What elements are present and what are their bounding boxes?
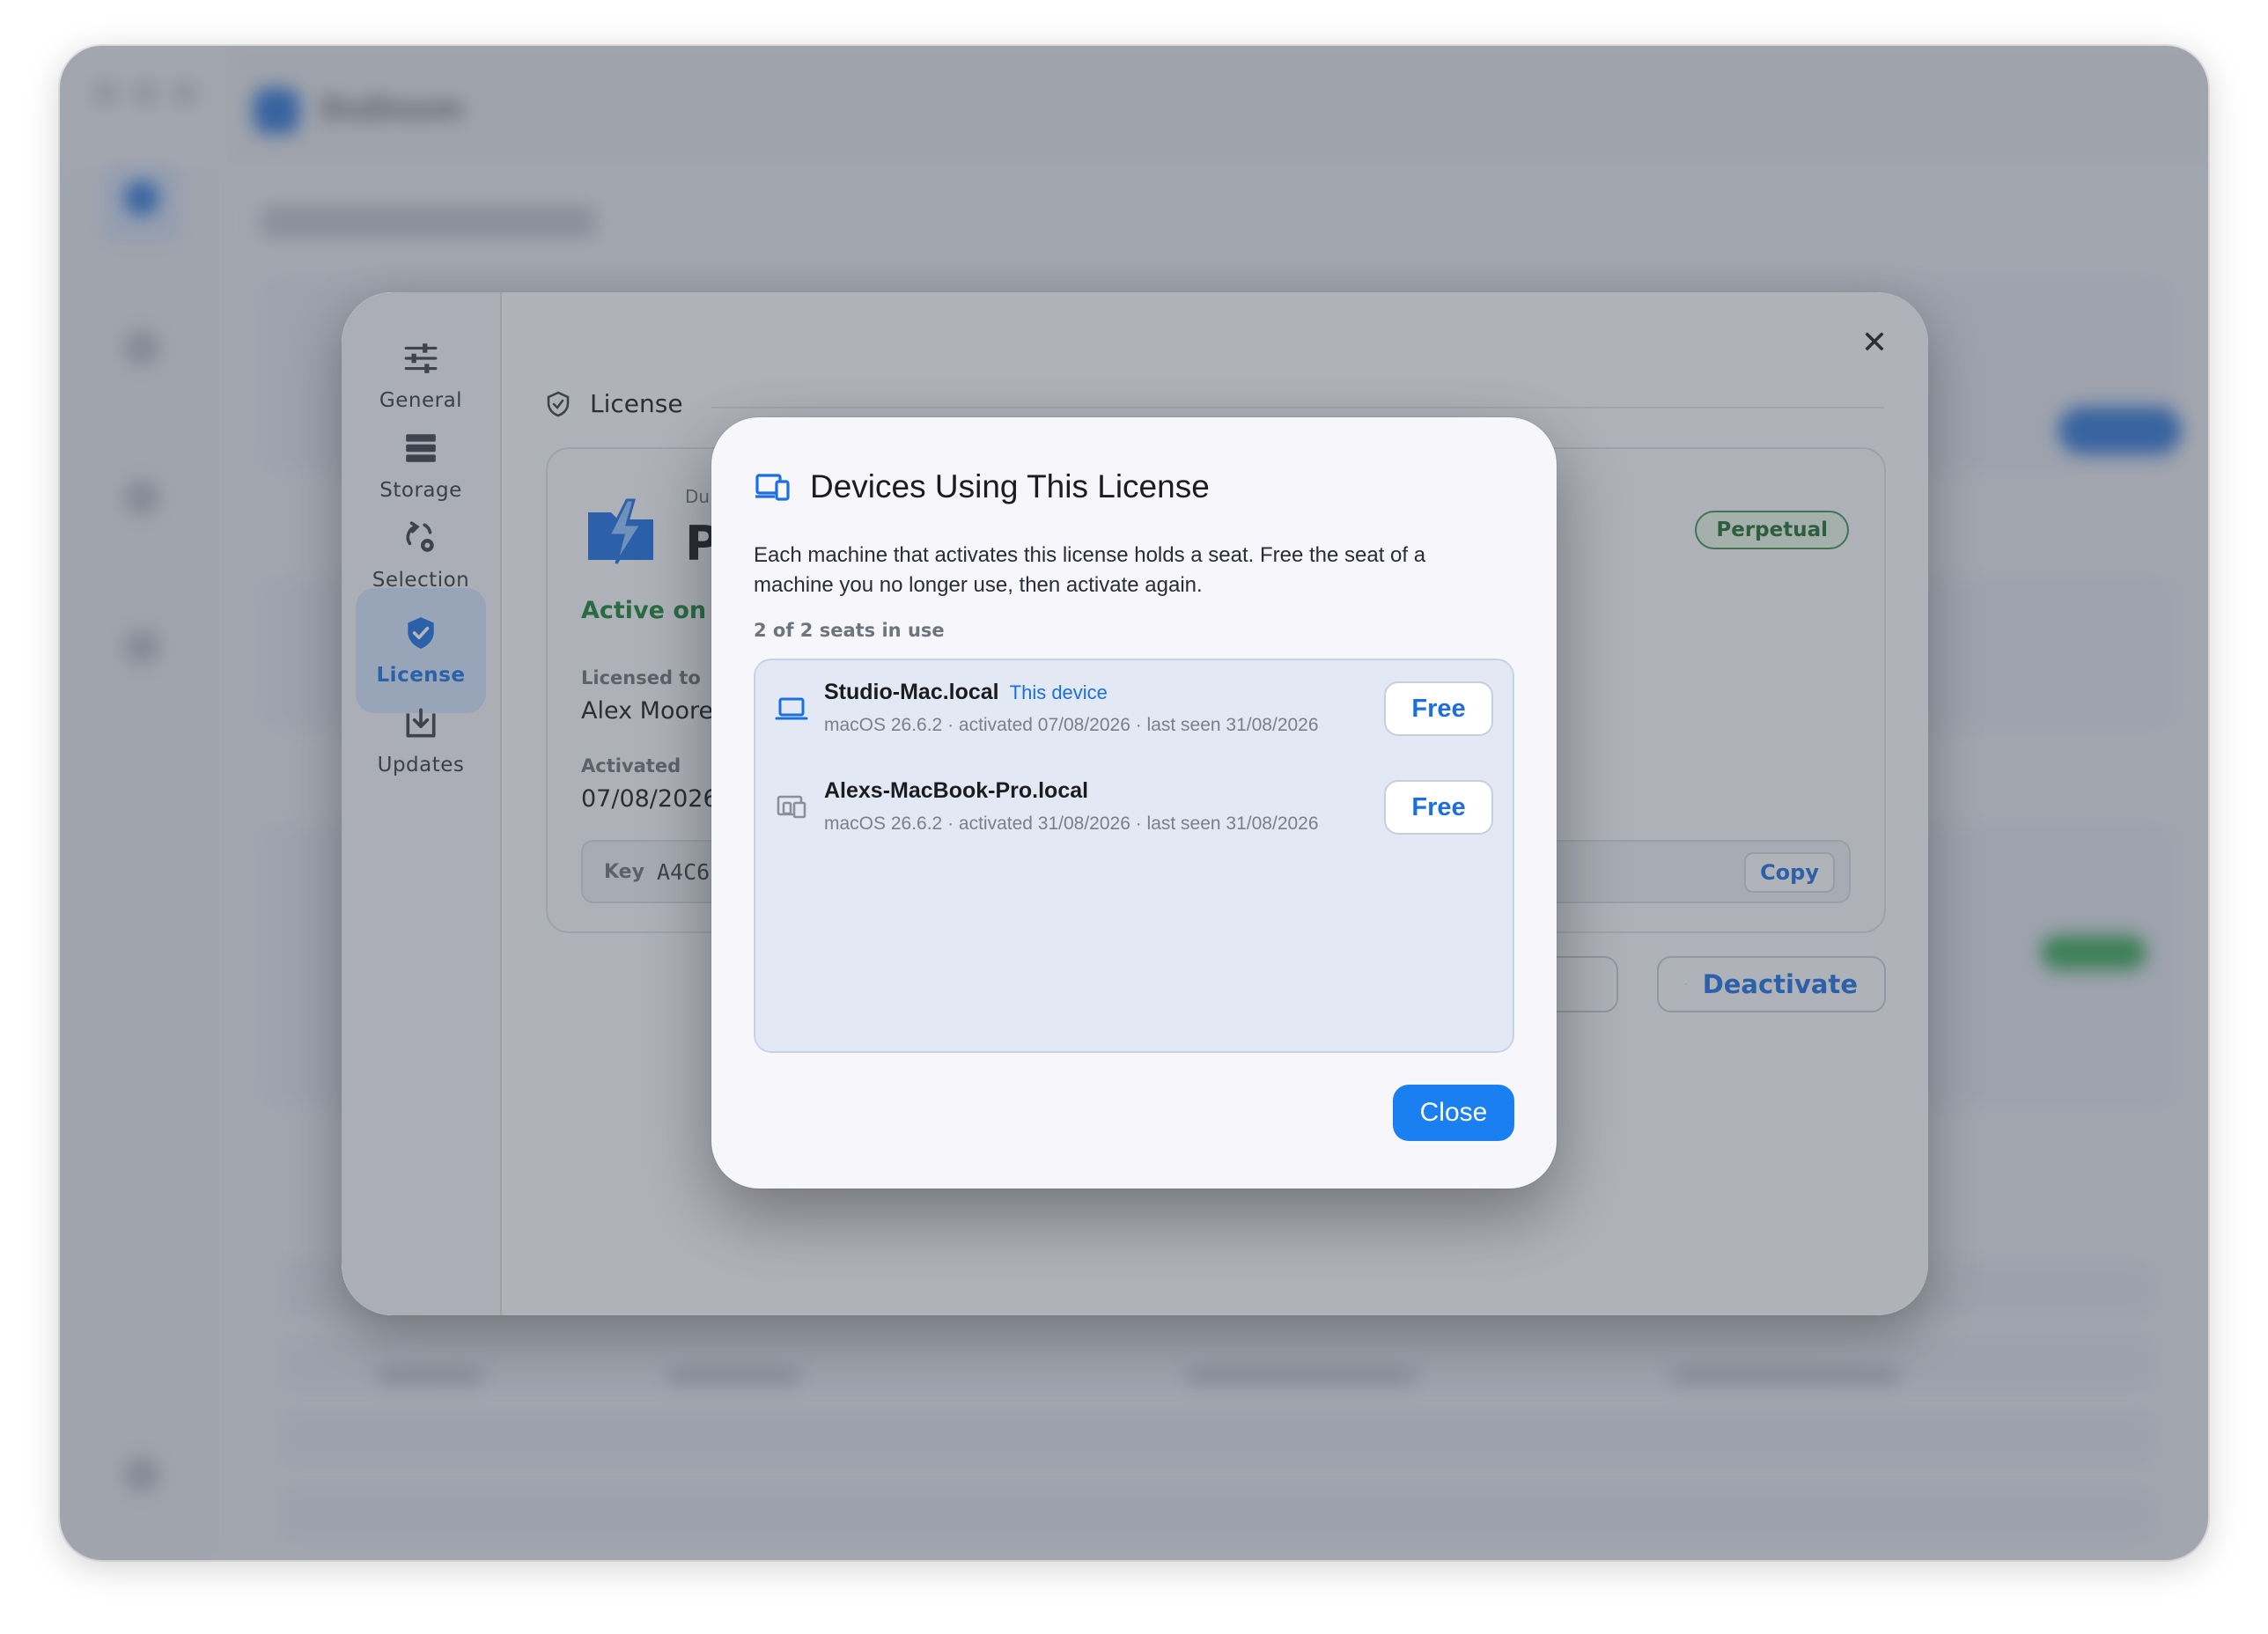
section-divider xyxy=(711,407,1884,408)
devices-dialog: Devices Using This License Each machine … xyxy=(711,417,1557,1189)
selection-gear-icon xyxy=(406,521,434,552)
device-name: Alexs-MacBook-Pro.local xyxy=(824,778,1088,804)
dialog-title: Devices Using This License xyxy=(810,468,1210,504)
device-meta: macOS 26.6.2 · activated 31/08/2026 · la… xyxy=(824,813,1319,834)
key-value: A4C6 xyxy=(657,859,711,885)
activated-label: Activated xyxy=(581,755,681,777)
deactivate-label: Deactivate xyxy=(1702,969,1858,999)
seats-in-use: 2 of 2 seats in use xyxy=(754,620,945,641)
licensed-to-label: Licensed to xyxy=(581,667,701,688)
free-seat-button[interactable]: Free xyxy=(1384,780,1493,835)
device-row: Studio-Mac.local This device macOS 26.6.2… xyxy=(755,660,1513,759)
device-list: Studio-Mac.local This device macOS 26.6.2… xyxy=(754,659,1514,1053)
dialog-header: Devices Using This License xyxy=(755,468,1210,505)
product-logo-icon xyxy=(588,498,653,564)
close-settings-icon[interactable]: ✕ xyxy=(1861,328,1888,359)
device-meta: macOS 26.6.2 · activated 07/08/2026 · la… xyxy=(824,715,1319,735)
section-title: License xyxy=(590,389,683,418)
shield-check-icon xyxy=(408,617,434,649)
licensed-to-value: Alex Moore xyxy=(581,697,714,725)
sign-out-icon xyxy=(1685,983,1687,985)
free-seat-button[interactable]: Free xyxy=(1384,681,1493,736)
this-device-badge: This device xyxy=(1009,681,1108,703)
device-name-text: Studio-Mac.local xyxy=(824,680,999,704)
shield-outline-icon xyxy=(547,391,570,416)
settings-sidebar: General Storage Selection License Update… xyxy=(342,292,502,1315)
license-section-header: License xyxy=(546,389,683,418)
laptop-icon xyxy=(775,697,808,720)
device-row: Alexs-MacBook-Pro.local macOS 26.6.2 · a… xyxy=(755,759,1513,857)
deactivate-button[interactable]: Deactivate xyxy=(1657,956,1886,1012)
product-subtitle: Du xyxy=(685,486,711,507)
activated-value: 07/08/2026 xyxy=(581,785,718,813)
license-type-badge: Perpetual xyxy=(1695,511,1849,549)
dialog-description: Each machine that activates this license… xyxy=(754,543,1426,597)
device-pair-icon xyxy=(777,795,806,819)
nav-updates[interactable]: Updates xyxy=(356,678,486,803)
download-tray-icon xyxy=(406,708,436,738)
close-dialog-button[interactable]: Close xyxy=(1393,1085,1514,1141)
key-label: Key xyxy=(604,861,644,883)
device-name-text: Alexs-MacBook-Pro.local xyxy=(824,778,1089,803)
devices-icon xyxy=(755,474,790,501)
device-name: Studio-Mac.local This device xyxy=(824,680,1108,705)
sliders-icon xyxy=(404,343,438,373)
copy-key-button[interactable]: Copy xyxy=(1744,852,1835,893)
storage-icon xyxy=(406,434,436,462)
nav-label: Updates xyxy=(377,754,465,777)
